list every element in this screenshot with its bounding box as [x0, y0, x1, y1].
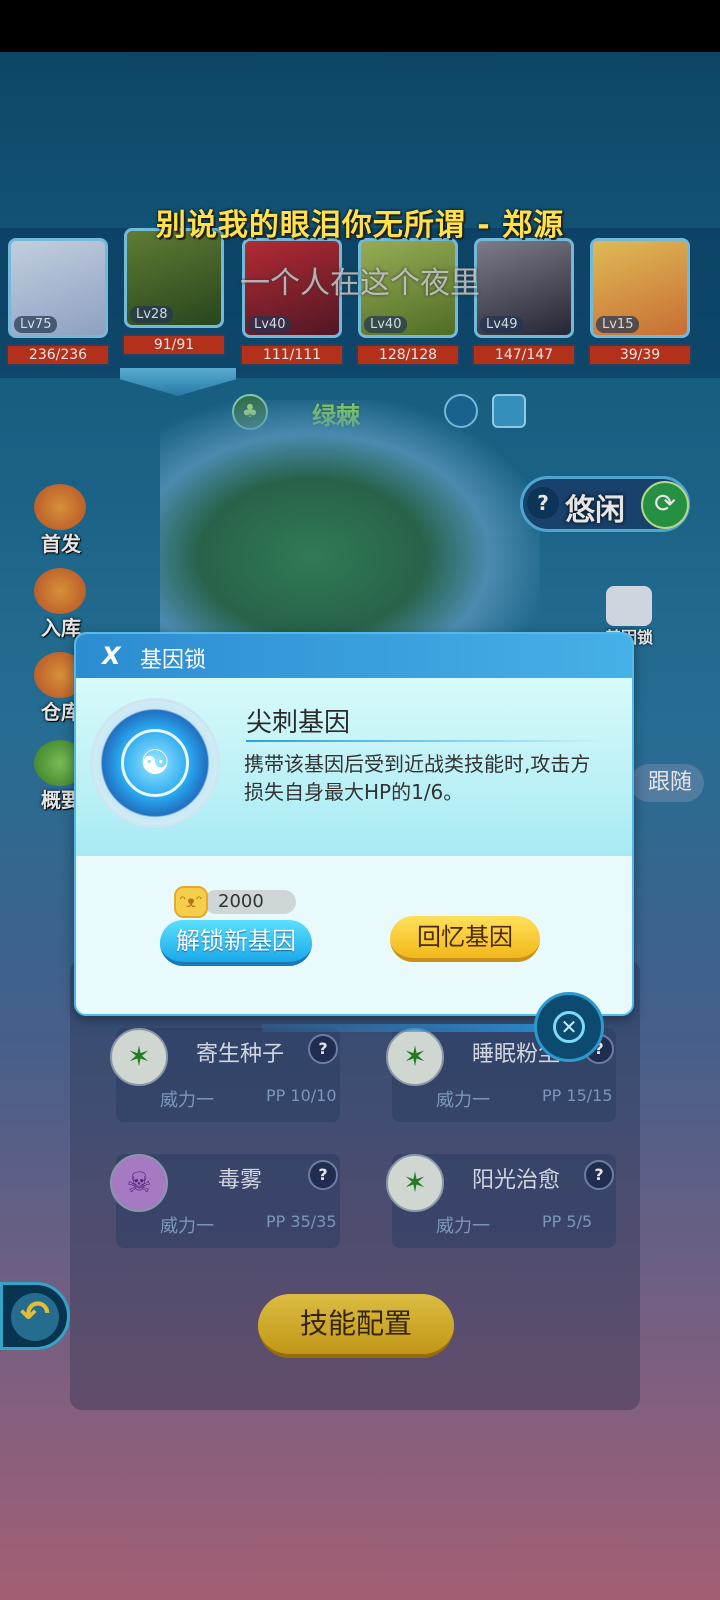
cat-coin-icon: ᵔᴥᵔ	[174, 886, 208, 918]
unlock-cost: 2000 ᵔᴥᵔ	[174, 886, 304, 918]
gene-symbol-icon: ☯	[121, 729, 189, 797]
dialog-header: X 基因锁	[76, 634, 632, 678]
lyric-line-2: 一个人在这个夜里	[240, 266, 480, 301]
unlock-gene-button[interactable]: 解锁新基因	[160, 920, 312, 966]
gene-info-section: ☯ 尖刺基因 携带该基因后受到近战类技能时,攻击方损失自身最大HP的1/6。	[76, 678, 632, 856]
gene-name: 尖刺基因	[246, 708, 351, 738]
close-button[interactable]: ✕	[534, 992, 604, 1062]
gene-lock-dialog: X 基因锁 ☯ 尖刺基因 携带该基因后受到近战类技能时,攻击方损失自身最大HP的…	[74, 632, 634, 1016]
lyric-line-1: 别说我的眼泪你无所谓 - 郑源	[155, 208, 565, 243]
recall-gene-button[interactable]: 回忆基因	[390, 916, 540, 962]
close-icon: ✕	[553, 1011, 585, 1043]
cost-value: 2000	[204, 890, 296, 914]
gene-description: 携带该基因后受到近战类技能时,攻击方损失自身最大HP的1/6。	[244, 752, 591, 804]
status-bar	[0, 0, 720, 52]
divider	[246, 740, 606, 742]
dialog-title: 基因锁	[140, 648, 207, 673]
gene-logo-icon: X	[102, 642, 121, 670]
gene-icon: ☯	[90, 698, 220, 828]
